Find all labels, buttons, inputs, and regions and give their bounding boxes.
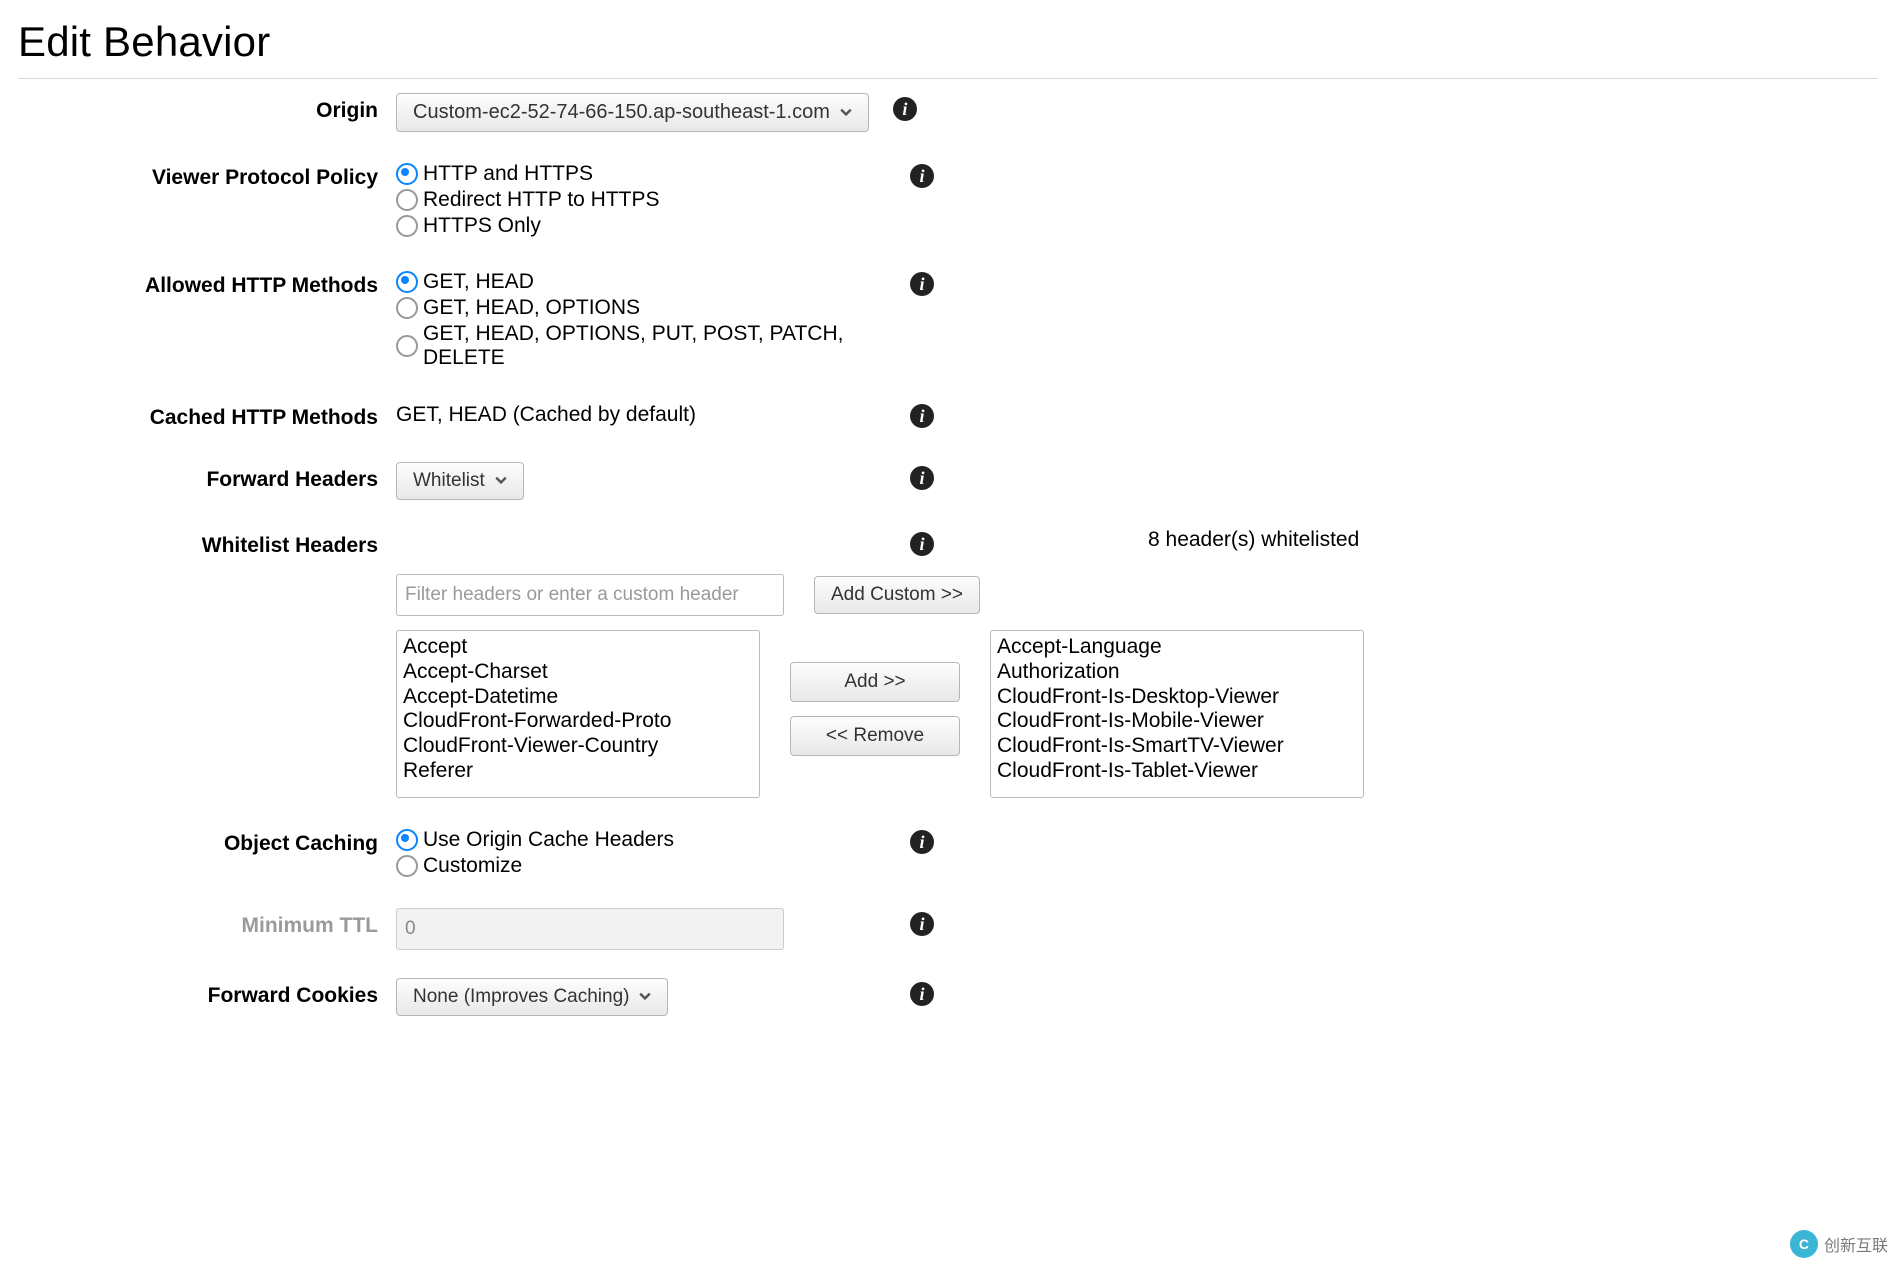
min-ttl-label: Minimum TTL [18,908,378,978]
radio-icon [396,335,418,357]
page-title: Edit Behavior [18,18,1878,66]
forward-headers-select[interactable]: Whitelist [396,462,524,500]
radio-icon [396,189,418,211]
list-item[interactable]: CloudFront-Forwarded-Proto [403,709,753,734]
info-icon[interactable]: i [910,272,934,296]
min-ttl-input [396,908,784,950]
divider [18,78,1878,79]
list-item[interactable]: CloudFront-Viewer-Country [403,734,753,759]
list-item[interactable]: CloudFront-Is-SmartTV-Viewer [997,734,1357,759]
forward-headers-label: Forward Headers [18,462,378,528]
whitelist-status: 8 header(s) whitelisted [1148,528,1359,552]
viewer-protocol-option[interactable]: HTTP and HTTPS [396,162,886,186]
radio-label: Customize [423,854,522,878]
watermark: C 创新互联 [1790,1230,1888,1258]
list-item[interactable]: Accept [403,635,753,660]
watermark-text: 创新互联 [1824,1232,1888,1256]
origin-selected-value: Custom-ec2-52-74-66-150.ap-southeast-1.c… [413,101,830,124]
allowed-methods-option[interactable]: GET, HEAD, OPTIONS [396,296,886,320]
forward-cookies-select[interactable]: None (Improves Caching) [396,978,668,1016]
header-filter-input[interactable] [396,574,784,616]
object-caching-option[interactable]: Customize [396,854,886,878]
info-icon[interactable]: i [910,830,934,854]
add-custom-label: Add Custom >> [831,584,963,606]
radio-label: Use Origin Cache Headers [423,828,674,852]
radio-label: Redirect HTTP to HTTPS [423,188,660,212]
chevron-down-icon [840,101,852,124]
radio-icon [396,297,418,319]
radio-icon [396,215,418,237]
info-icon[interactable]: i [910,164,934,188]
info-icon[interactable]: i [910,532,934,556]
list-item[interactable]: CloudFront-Is-Desktop-Viewer [997,685,1357,710]
allowed-methods-option[interactable]: GET, HEAD, OPTIONS, PUT, POST, PATCH, DE… [396,322,886,370]
info-icon[interactable]: i [910,466,934,490]
info-icon[interactable]: i [893,97,917,121]
allowed-methods-option[interactable]: GET, HEAD [396,270,886,294]
allowed-methods-label: Allowed HTTP Methods [18,268,378,400]
radio-label: HTTP and HTTPS [423,162,593,186]
origin-label: Origin [18,93,378,160]
available-headers-list[interactable]: Accept Accept-Charset Accept-Datetime Cl… [396,630,760,798]
viewer-protocol-label: Viewer Protocol Policy [18,160,378,268]
add-header-button[interactable]: Add >> [790,662,960,702]
radio-icon [396,855,418,877]
radio-label: GET, HEAD, OPTIONS [423,296,640,320]
forward-cookies-label: Forward Cookies [18,978,378,1016]
radio-icon [396,163,418,185]
list-item[interactable]: CloudFront-Is-Mobile-Viewer [997,709,1357,734]
cached-methods-text: GET, HEAD (Cached by default) [396,400,886,427]
radio-label: GET, HEAD, OPTIONS, PUT, POST, PATCH, DE… [423,322,886,370]
list-item[interactable]: Accept-Datetime [403,685,753,710]
info-icon[interactable]: i [910,912,934,936]
cached-methods-label: Cached HTTP Methods [18,400,378,462]
list-item[interactable]: Accept-Language [997,635,1357,660]
add-custom-button[interactable]: Add Custom >> [814,576,980,614]
info-icon[interactable]: i [910,404,934,428]
list-item[interactable]: CloudFront-Is-Tablet-Viewer [997,759,1357,784]
chevron-down-icon [639,986,651,1008]
radio-icon [396,829,418,851]
selected-headers-list[interactable]: Accept-Language Authorization CloudFront… [990,630,1364,798]
radio-label: GET, HEAD [423,270,534,294]
add-btn-label: Add >> [844,671,905,693]
whitelist-headers-label: Whitelist Headers [18,528,378,826]
origin-select[interactable]: Custom-ec2-52-74-66-150.ap-southeast-1.c… [396,93,869,132]
chevron-down-icon [495,470,507,492]
object-caching-option[interactable]: Use Origin Cache Headers [396,828,886,852]
info-icon[interactable]: i [910,982,934,1006]
radio-label: HTTPS Only [423,214,541,238]
remove-btn-label: << Remove [826,725,924,747]
list-item[interactable]: Accept-Charset [403,660,753,685]
list-item[interactable]: Authorization [997,660,1357,685]
list-item[interactable]: Referer [403,759,753,784]
viewer-protocol-option[interactable]: Redirect HTTP to HTTPS [396,188,886,212]
viewer-protocol-option[interactable]: HTTPS Only [396,214,886,238]
watermark-badge-icon: C [1790,1230,1818,1258]
remove-header-button[interactable]: << Remove [790,716,960,756]
forward-headers-selected: Whitelist [413,470,485,492]
radio-icon [396,271,418,293]
object-caching-label: Object Caching [18,826,378,908]
forward-cookies-selected: None (Improves Caching) [413,986,629,1008]
